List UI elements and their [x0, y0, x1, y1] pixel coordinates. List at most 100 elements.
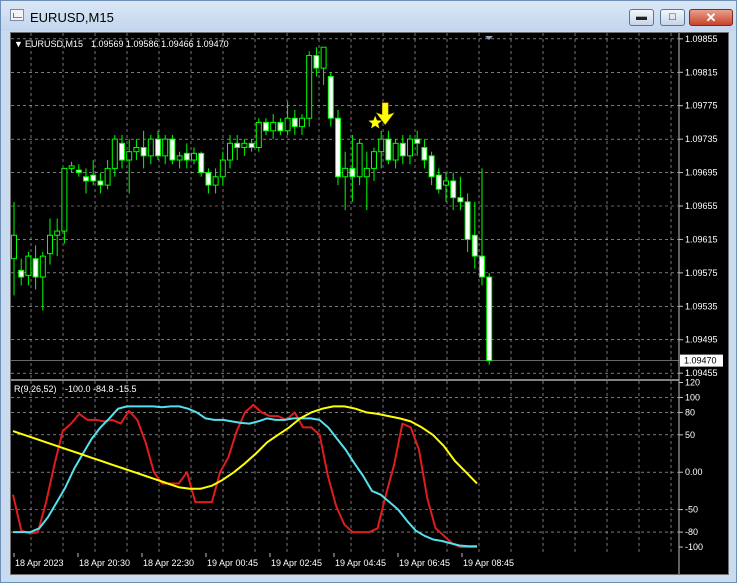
candle-bullish	[306, 55, 313, 119]
indicator-lines	[12, 403, 478, 548]
indicator-cyan-line	[13, 405, 477, 548]
candle-bearish	[155, 138, 161, 157]
candle-bullish	[255, 121, 262, 148]
indicator-tick-label: 50	[685, 430, 695, 440]
candle-bearish	[450, 180, 457, 199]
price-chart[interactable]: 1.09855 1.09815 1.09775 1.09735 1.09695 1.096…	[11, 33, 728, 574]
candle-bullish	[54, 230, 61, 236]
candle-bullish	[356, 142, 363, 178]
price-tick-label: 1.09695	[685, 168, 718, 178]
candle-bearish	[421, 146, 428, 161]
candle-bullish	[147, 138, 154, 157]
candle-bearish	[198, 152, 205, 174]
candle-bullish	[61, 167, 68, 232]
candle-bullish	[378, 138, 385, 153]
candle-bullish	[11, 234, 17, 260]
price-tick-label: 1.09615	[685, 234, 718, 244]
candle-bearish	[486, 276, 493, 362]
candle-bullish	[219, 159, 226, 178]
candle-bearish	[18, 269, 25, 278]
candle-bearish	[205, 172, 212, 186]
maximize-button[interactable]: □	[660, 9, 685, 26]
candle-bearish	[277, 121, 284, 132]
candle-bullish	[299, 117, 305, 128]
candle-bearish	[428, 155, 435, 178]
indicator-yellow-line	[12, 405, 478, 490]
candle-bullish	[227, 142, 233, 161]
indicator-tick-label: -50	[685, 505, 698, 515]
candle-bearish	[248, 142, 255, 148]
candle-bearish	[471, 234, 478, 257]
chart-shift-marker[interactable]	[485, 36, 493, 40]
candle-bullish	[212, 176, 219, 186]
minimize-button[interactable]: ▬	[629, 9, 654, 26]
candle-bearish	[75, 169, 82, 174]
candle-bullish	[407, 138, 413, 157]
signal-markers	[368, 102, 395, 129]
candle-bearish	[349, 167, 356, 178]
candle-bullish	[443, 180, 449, 186]
candle-bullish	[363, 167, 370, 178]
indicator-tick-label: 120	[685, 377, 700, 387]
price-tick-label: 1.09575	[685, 268, 718, 278]
candle-bullish	[25, 255, 32, 276]
indicator-name: R(9,26,52)	[14, 384, 57, 394]
candle-bullish	[270, 121, 277, 132]
chart-window-icon[interactable]	[10, 9, 24, 21]
candle-bearish	[83, 176, 89, 182]
title-bar[interactable]: EURUSD,M15 ▬ □ ✕	[1, 1, 736, 31]
time-tick-label: 19 Apr 02:45	[271, 558, 322, 568]
candle-bearish	[399, 142, 406, 157]
price-tick-label: 1.09655	[685, 201, 718, 211]
menu-arrow-icon[interactable]: ▼	[14, 39, 23, 49]
candle-bearish	[385, 138, 392, 161]
time-tick-label: 19 Apr 00:45	[207, 558, 258, 568]
candle-bearish	[335, 117, 341, 178]
close-icon: ✕	[705, 10, 717, 25]
candle-bearish	[97, 180, 104, 186]
candle-bearish	[183, 152, 190, 161]
candle-bullish	[176, 155, 183, 161]
price-axis: 1.09855 1.09815 1.09775 1.09735 1.09695 1.096…	[679, 34, 723, 378]
close-button[interactable]: ✕	[689, 9, 733, 26]
window-title: EURUSD,M15	[30, 10, 114, 25]
price-tick-label: 1.09855	[685, 34, 718, 44]
time-tick-label: 19 Apr 06:45	[399, 558, 450, 568]
indicator-tick-label: 80	[685, 407, 695, 417]
candle-bullish	[392, 142, 399, 161]
candle-bullish	[342, 167, 349, 178]
candle-bearish	[119, 142, 125, 161]
candle-bearish	[464, 201, 471, 240]
minimize-icon: ▬	[636, 11, 647, 23]
candle-bullish	[126, 151, 133, 161]
candle-bearish	[263, 121, 269, 132]
price-tick-label: 1.09735	[685, 134, 718, 144]
indicator-red-line	[12, 403, 477, 548]
time-tick-label: 19 Apr 04:45	[335, 558, 386, 568]
candle-bearish	[32, 258, 39, 278]
time-tick-label: 18 Apr 22:30	[143, 558, 194, 568]
indicator-tick-label: 100	[685, 392, 700, 402]
chart-area[interactable]: 1.09855 1.09815 1.09775 1.09735 1.09695 1.096…	[10, 32, 729, 575]
price-tick-label: 1.09815	[685, 67, 718, 77]
ohlc-readout: 1.09569 1.09586 1.09466 1.09470	[91, 39, 229, 49]
price-tick-label: 1.09535	[685, 301, 718, 311]
candle-bearish	[169, 138, 176, 161]
candle-bullish	[191, 152, 197, 161]
price-tick-label: 1.09495	[685, 335, 718, 345]
time-axis: 18 Apr 2023 18 Apr 20:30 18 Apr 22:30 19 Ap…	[13, 553, 514, 568]
candle-bullish	[68, 165, 75, 169]
candle-bearish	[414, 138, 421, 144]
candle-bullish	[104, 167, 111, 186]
candle-bearish	[435, 174, 442, 190]
indicator-tick-label: 0.00	[685, 467, 703, 477]
candle-bearish	[234, 142, 241, 148]
grid	[11, 33, 679, 553]
candle-bullish	[371, 151, 377, 169]
time-tick-label: 19 Apr 08:45	[463, 558, 514, 568]
candle-bullish	[320, 46, 327, 69]
indicator-tick-label: -100	[685, 542, 703, 552]
candle-bullish	[133, 146, 140, 153]
indicator-values: -100.0 -84.8 -15.5	[65, 384, 137, 394]
price-tick-label: 1.09775	[685, 101, 718, 111]
